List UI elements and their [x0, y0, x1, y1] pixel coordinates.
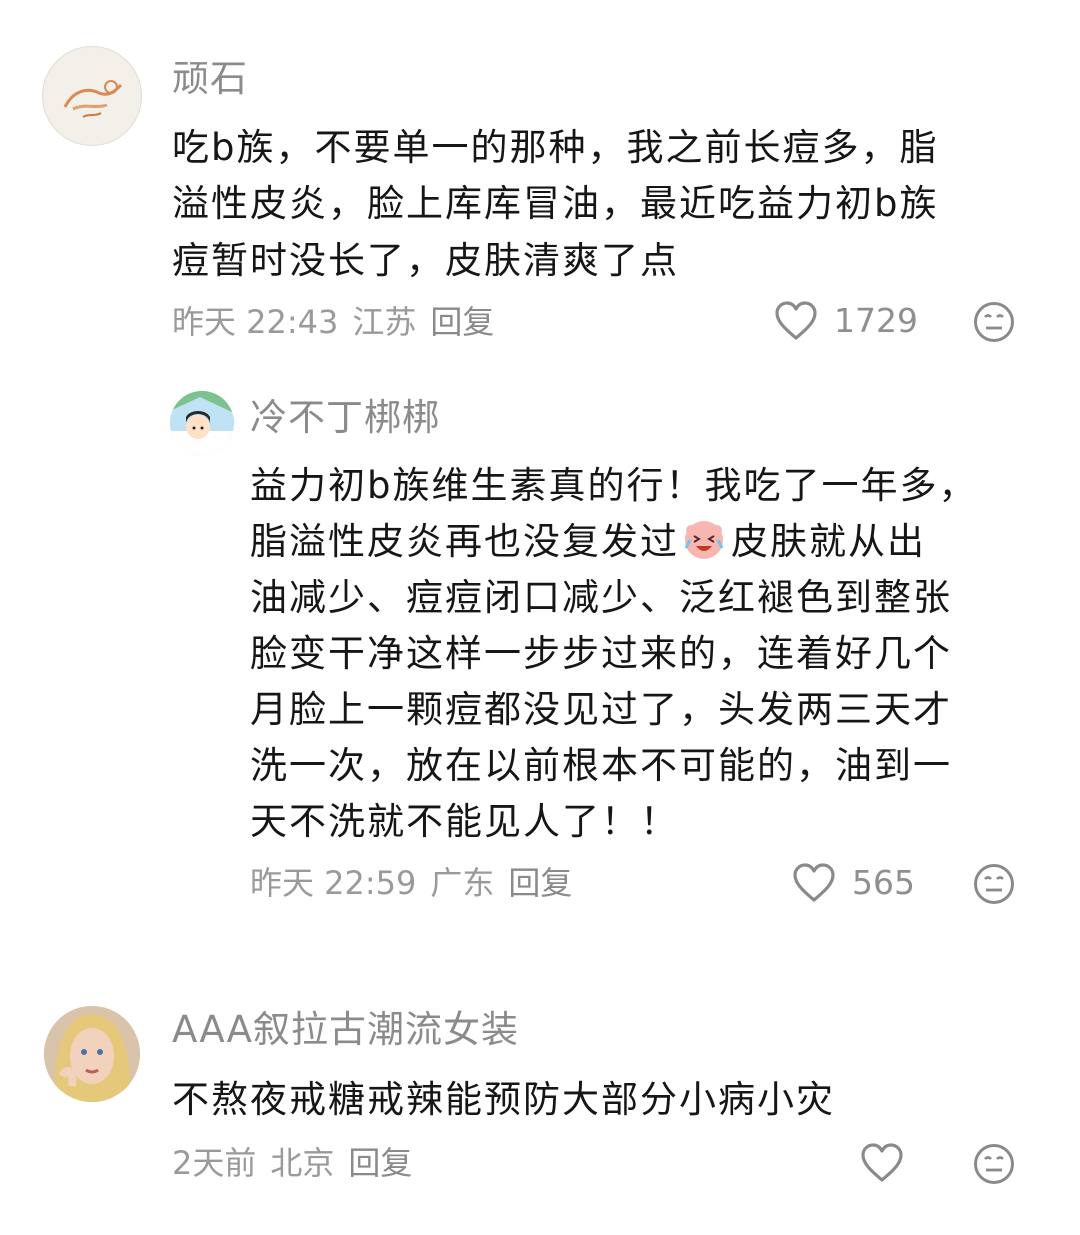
like-button[interactable]: 1729: [774, 300, 918, 342]
timestamp: 2天前: [172, 1144, 257, 1182]
neutral-face-icon[interactable]: [973, 1143, 1015, 1185]
reply-button[interactable]: 回复: [508, 863, 572, 903]
comment-text-line: 不熬夜戒糖戒辣能预防大部分小病小灾: [172, 1078, 835, 1121]
username[interactable]: AAA叙拉古潮流女装: [172, 1008, 519, 1052]
comment-meta: 昨天 22:43 江苏 回复: [172, 302, 508, 342]
comment-text-line: 天不洗就不能见人了！！: [250, 800, 679, 843]
like-button[interactable]: [860, 1142, 920, 1184]
like-button[interactable]: 565: [792, 862, 915, 904]
neutral-face-icon[interactable]: [973, 301, 1015, 343]
comment-text-fragment: 脂溢性皮炎再也没复发过: [250, 520, 679, 563]
comment-text-line: 益力初b族维生素真的行！我吃了一年多，: [250, 464, 978, 507]
comment-meta: 2天前 北京 回复: [172, 1143, 426, 1183]
reply-button[interactable]: 回复: [348, 1143, 412, 1183]
crying-laugh-emoji: [684, 521, 724, 559]
like-count: 565: [852, 863, 915, 902]
location: 北京: [270, 1144, 335, 1182]
comment-text-line: 洗一次，放在以前根本不可能的，油到一: [250, 744, 952, 787]
heart-outline-icon: [793, 863, 835, 902]
comment-text-line: 油减少、痘痘闭口减少、泛红褪色到整张: [250, 576, 952, 619]
comment-text-line: 吃b族，不要单一的那种，我之前长痘多，脂: [172, 126, 939, 169]
heart-outline-icon: [861, 1143, 903, 1182]
timestamp: 昨天 22:43: [172, 303, 339, 341]
avatar[interactable]: [170, 391, 234, 455]
comment-text-line: 脂溢性皮炎再也没复发过 皮肤就从出: [250, 514, 926, 571]
heart-outline-icon: [775, 301, 817, 340]
comment-text-line: 溢性皮炎，脸上库库冒油，最近吃益力初b族: [172, 182, 939, 225]
comment-meta: 昨天 22:59 广东 回复: [250, 863, 586, 903]
avatar[interactable]: [42, 46, 142, 146]
comment-text-fragment: 皮肤就从出: [731, 520, 926, 563]
reply-button[interactable]: 回复: [430, 302, 494, 342]
location: 广东: [430, 864, 495, 902]
username[interactable]: 顽石: [172, 57, 248, 101]
location: 江苏: [352, 303, 417, 341]
comment-text-line: 脸变干净这样一步步过来的，连着好几个: [250, 632, 952, 675]
username[interactable]: 冷不丁梆梆: [250, 396, 440, 440]
avatar[interactable]: [44, 1006, 140, 1102]
timestamp: 昨天 22:59: [250, 864, 417, 902]
comment-text-line: 月脸上一颗痘都没见过了，头发两三天才: [250, 688, 952, 731]
comment-text-line: 痘暂时没长了，皮肤清爽了点: [172, 239, 679, 282]
neutral-face-icon[interactable]: [973, 863, 1015, 905]
like-count: 1729: [834, 301, 918, 340]
